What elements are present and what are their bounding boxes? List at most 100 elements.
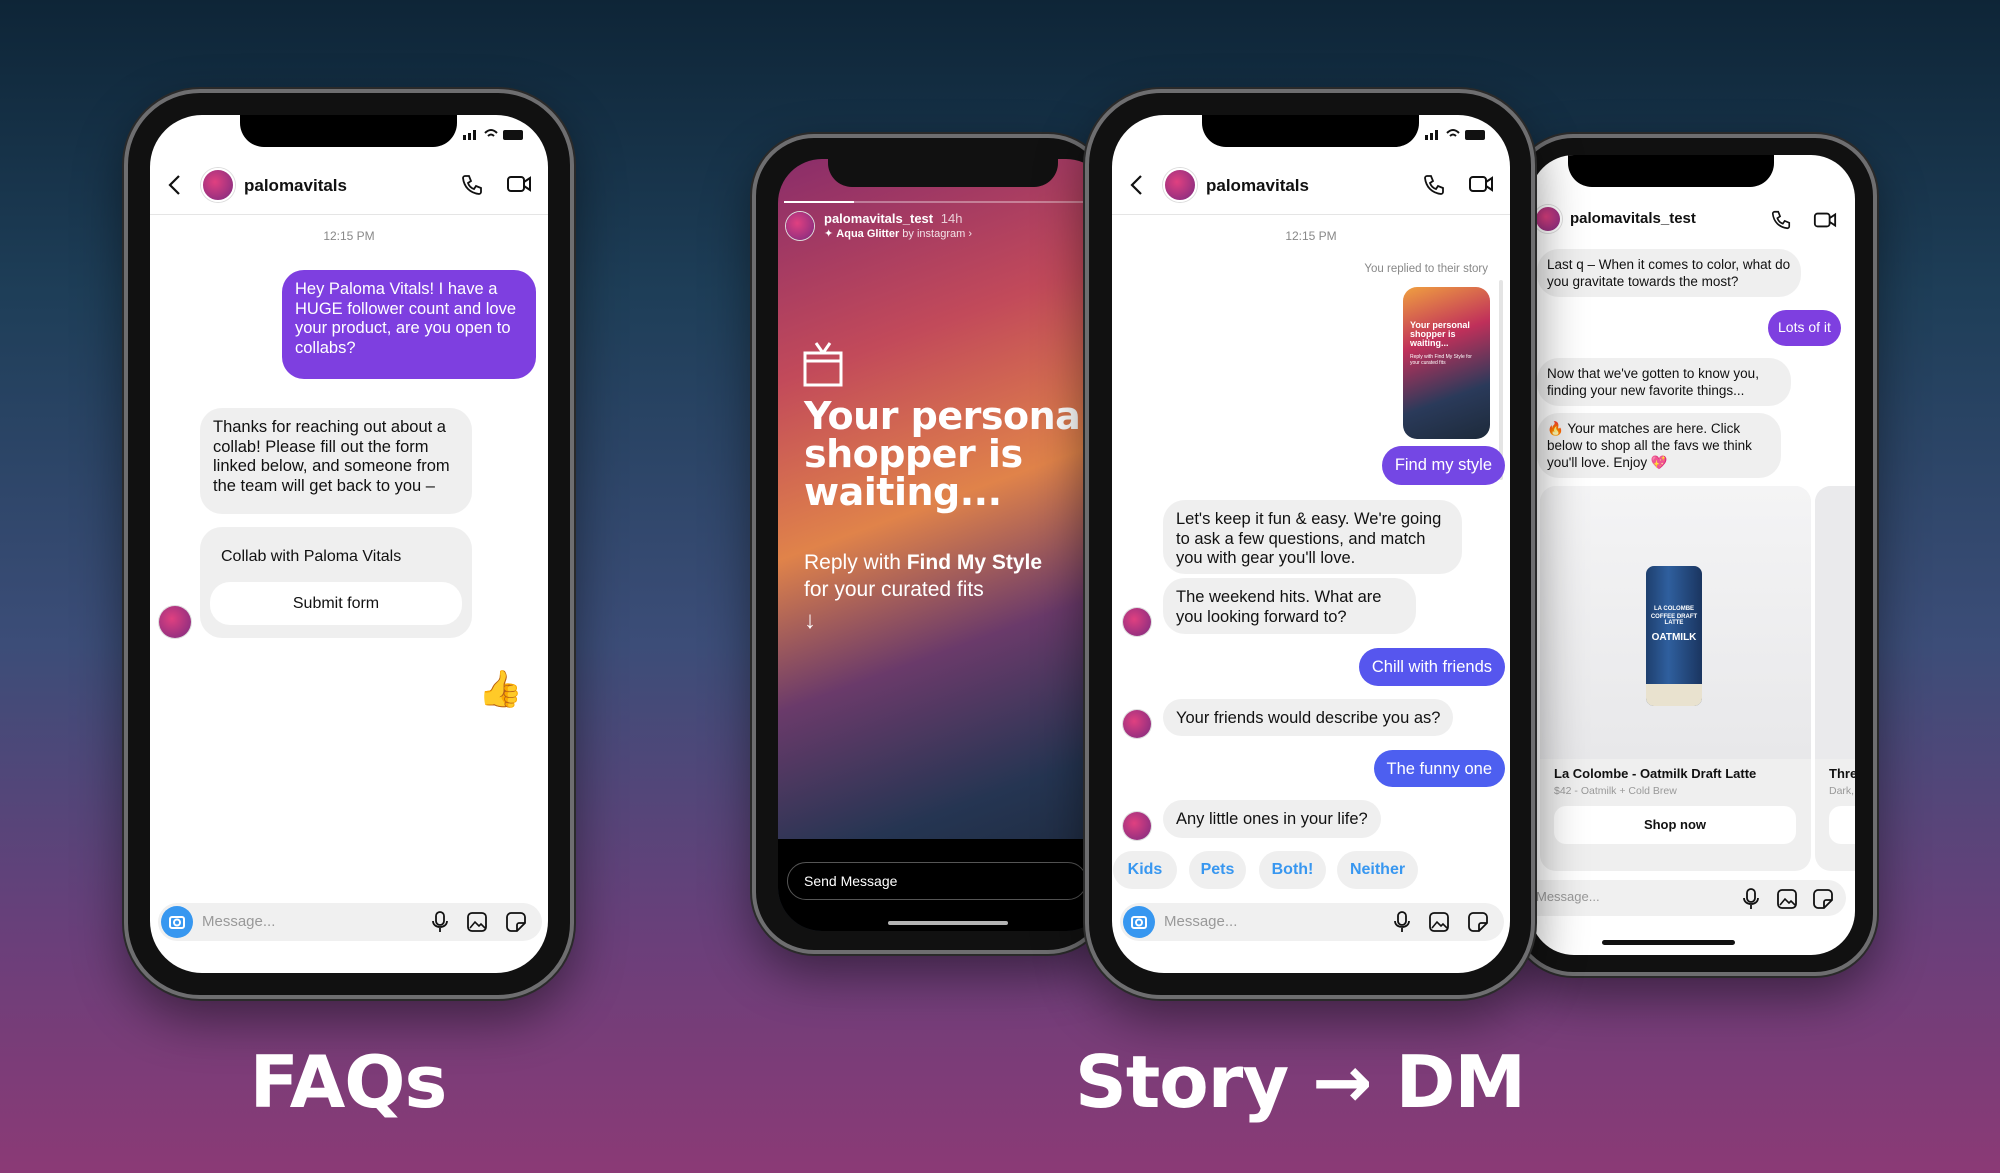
notch xyxy=(1202,115,1419,147)
header-username[interactable]: palomavitals xyxy=(244,176,347,196)
can-flavor: OATMILK xyxy=(1651,632,1697,643)
home-indicator xyxy=(1602,940,1735,945)
video-icon[interactable] xyxy=(1813,209,1837,231)
product-title: Thre xyxy=(1829,766,1855,781)
product-subtitle: $42 - Oatmilk + Cold Brew xyxy=(1554,785,1677,797)
product-card[interactable]: Thre Dark, xyxy=(1815,486,1855,871)
story-progress-bar xyxy=(784,201,1104,203)
submit-form-button[interactable]: Submit form xyxy=(210,582,462,625)
header-avatar[interactable] xyxy=(1534,205,1562,233)
headline-line: waiting... xyxy=(804,470,1002,514)
story-thumbnail[interactable]: Your personal shopper is waiting... Repl… xyxy=(1403,287,1490,439)
message-bubble-sent: Lots of it xyxy=(1768,310,1841,346)
header-username[interactable]: palomavitals_test xyxy=(1570,210,1696,227)
thumb-subtext: Reply with Find My Style for your curate… xyxy=(1410,354,1472,366)
faq-screen: palomavitals 12:15 PM Hey Paloma Vitals!… xyxy=(150,115,548,973)
sender-avatar[interactable] xyxy=(1123,608,1151,636)
story-reply-note: You replied to their story xyxy=(1364,263,1488,275)
back-arrow-icon[interactable] xyxy=(1127,173,1147,197)
headline-line: shopper is xyxy=(804,432,1023,476)
quick-reply-pets[interactable]: Pets xyxy=(1189,851,1246,889)
timestamp: 12:15 PM xyxy=(1285,229,1337,243)
gallery-icon[interactable] xyxy=(1428,911,1450,933)
header-divider xyxy=(150,214,548,215)
scrollbar[interactable] xyxy=(1499,280,1503,480)
story-username[interactable]: palomavitals_test xyxy=(824,211,933,226)
header-avatar[interactable] xyxy=(201,168,235,202)
story-dm-label: Story → DM xyxy=(1074,1040,1526,1124)
sticker-icon[interactable] xyxy=(1812,888,1834,910)
music-title: Aqua Glitter xyxy=(836,228,900,240)
message-bubble: Let's keep it fun & easy. We're going to… xyxy=(1163,500,1462,574)
thumb-headline: Your personal shopper is waiting... xyxy=(1410,320,1470,348)
quick-reply-neither[interactable]: Neither xyxy=(1337,851,1418,889)
sticker-icon[interactable] xyxy=(505,911,527,933)
sticker-icon[interactable] xyxy=(1467,911,1489,933)
product-card[interactable]: LA COLOMBE COFFEE DRAFT LATTE OATMILK La… xyxy=(1540,486,1811,871)
video-icon[interactable] xyxy=(506,173,532,195)
microphone-icon[interactable] xyxy=(431,911,449,933)
status-bar-icons xyxy=(1425,129,1485,140)
gift-icon xyxy=(803,342,843,387)
shop-screen: palomavitals_test Last q – When it comes… xyxy=(1530,155,1855,955)
message-bubble-sent: The funny one xyxy=(1373,750,1505,787)
music-by: by instagram › xyxy=(902,228,972,240)
message-input[interactable]: Message... xyxy=(1164,913,1237,930)
headline-line: Your personal xyxy=(804,394,1093,438)
camera-icon[interactable] xyxy=(161,906,193,938)
home-indicator xyxy=(888,921,1008,925)
sender-avatar[interactable] xyxy=(1123,812,1151,840)
story-subtext: Reply with Find My Style for your curate… xyxy=(804,549,1042,634)
camera-icon[interactable] xyxy=(1123,906,1155,938)
microphone-icon[interactable] xyxy=(1742,888,1760,910)
form-card: Collab with Paloma Vitals Submit form xyxy=(200,527,472,638)
can-sub: COFFEE DRAFT LATTE xyxy=(1650,614,1698,626)
faqs-label: FAQs xyxy=(249,1040,448,1124)
gallery-icon[interactable] xyxy=(1776,888,1798,910)
dm-screen: palomavitals 12:15 PM You replied to the… xyxy=(1112,115,1510,973)
quick-reply-kids[interactable]: Kids xyxy=(1113,851,1177,889)
story-screen: palomavitals_test 14h ✦ Aqua Glitter by … xyxy=(778,159,1110,931)
notch xyxy=(828,159,1058,187)
story-age: 14h xyxy=(940,211,963,226)
story-avatar[interactable] xyxy=(786,212,814,240)
message-bubble-sent: Find my style xyxy=(1381,446,1505,485)
story-headline: Your personal shopper is waiting... xyxy=(804,397,1093,511)
shop-now-button[interactable]: Shop now xyxy=(1554,806,1796,844)
form-card-title: Collab with Paloma Vitals xyxy=(221,548,402,565)
sparkle-icon: ✦ xyxy=(824,228,837,240)
send-message-input[interactable]: Send Message xyxy=(787,862,1087,900)
arrow-down-icon: ↓ xyxy=(804,607,816,634)
phone-icon[interactable] xyxy=(1422,173,1446,197)
message-bubble: Your friends would describe you as? xyxy=(1163,699,1454,736)
message-bubble: 🔥 Your matches are here. Click below to … xyxy=(1537,413,1781,478)
message-input[interactable]: Message... xyxy=(202,913,275,930)
header-avatar[interactable] xyxy=(1163,168,1197,202)
message-bubble: Last q – When it comes to color, what do… xyxy=(1537,249,1801,297)
quick-reply-both[interactable]: Both! xyxy=(1259,851,1326,889)
phone-icon[interactable] xyxy=(1770,209,1792,231)
gallery-icon[interactable] xyxy=(466,911,488,933)
story-music[interactable]: ✦ Aqua Glitter by instagram › xyxy=(824,227,972,240)
subtext-prefix: Reply with xyxy=(804,551,907,574)
message-bubble: The weekend hits. What are you looking f… xyxy=(1163,578,1416,634)
phone-icon[interactable] xyxy=(460,173,484,197)
back-arrow-icon[interactable] xyxy=(165,173,185,197)
status-bar-icons xyxy=(463,129,523,140)
microphone-icon[interactable] xyxy=(1393,911,1411,933)
product-image: LA COLOMBE COFFEE DRAFT LATTE OATMILK xyxy=(1540,486,1811,759)
message-bubble: Now that we've gotten to know you, findi… xyxy=(1537,358,1791,406)
product-title: La Colombe - Oatmilk Draft Latte xyxy=(1554,766,1757,781)
video-icon[interactable] xyxy=(1468,173,1494,195)
product-can: LA COLOMBE COFFEE DRAFT LATTE OATMILK xyxy=(1646,566,1702,706)
message-bubble-sent: Chill with friends xyxy=(1358,648,1505,686)
thumbs-up-reaction: 👍 xyxy=(478,668,523,709)
sender-avatar[interactable] xyxy=(159,606,191,638)
message-bubble: Any little ones in your life? xyxy=(1163,800,1381,838)
header-username[interactable]: palomavitals xyxy=(1206,176,1309,196)
header-divider xyxy=(1112,214,1510,215)
notch xyxy=(1568,155,1774,187)
sender-avatar[interactable] xyxy=(1123,710,1151,738)
can-brand: LA COLOMBE xyxy=(1653,606,1695,612)
message-input[interactable]: Message... xyxy=(1536,889,1600,904)
